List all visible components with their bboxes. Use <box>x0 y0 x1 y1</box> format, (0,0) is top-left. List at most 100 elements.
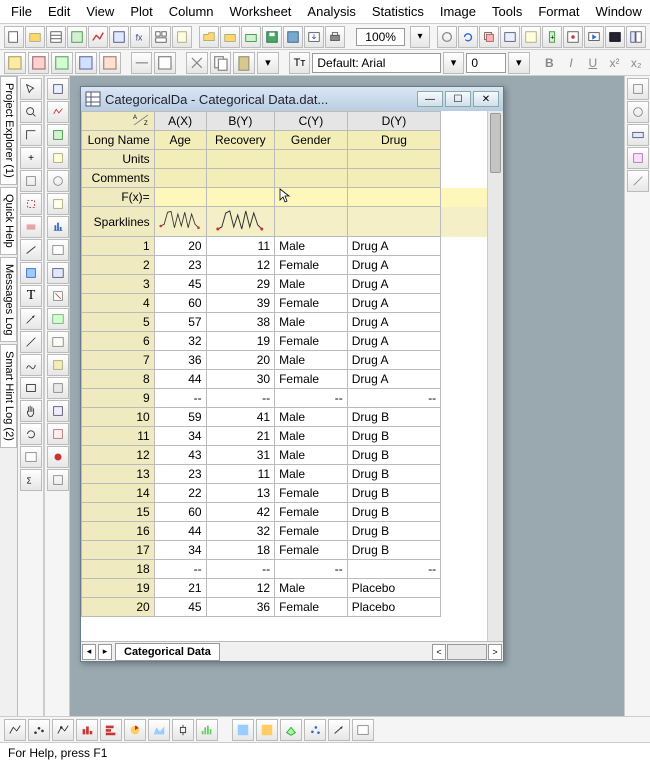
row-header[interactable]: 11 <box>82 427 155 446</box>
sheet-nav-prev[interactable]: ▸ <box>98 644 112 660</box>
maximize-button[interactable]: ☐ <box>445 91 471 107</box>
toolbar-btn-4[interactable] <box>75 52 97 74</box>
cell[interactable]: 43 <box>154 446 206 465</box>
menu-file[interactable]: File <box>4 2 39 21</box>
print-icon[interactable] <box>325 26 345 48</box>
menu-worksheet[interactable]: Worksheet <box>223 2 299 21</box>
zoom-tool-icon[interactable] <box>20 101 42 123</box>
new-folder-icon[interactable] <box>25 26 45 48</box>
menu-column[interactable]: Column <box>162 2 221 21</box>
gadget-3-icon[interactable] <box>47 124 69 146</box>
gadget-18-icon[interactable] <box>47 469 69 491</box>
cell[interactable]: 57 <box>154 313 206 332</box>
minimize-button[interactable]: — <box>417 91 443 107</box>
fx-d[interactable] <box>347 188 440 207</box>
gadget-11-icon[interactable] <box>47 308 69 330</box>
data-reader-icon[interactable] <box>20 170 42 192</box>
menu-view[interactable]: View <box>79 2 121 21</box>
comments-label[interactable]: Comments <box>82 169 155 188</box>
cell[interactable]: -- <box>275 560 348 579</box>
new-workbook-icon[interactable] <box>46 26 66 48</box>
cell[interactable]: 60 <box>154 294 206 313</box>
surface-plot-icon[interactable] <box>280 719 302 741</box>
rtool-3-icon[interactable] <box>627 124 649 146</box>
row-header[interactable]: 3 <box>82 275 155 294</box>
row-header[interactable]: 9 <box>82 389 155 408</box>
close-button[interactable]: ✕ <box>473 91 499 107</box>
pan-tool-icon[interactable] <box>20 400 42 422</box>
new-layout-icon[interactable] <box>151 26 171 48</box>
toolbar-btn-2[interactable] <box>28 52 50 74</box>
row-header[interactable]: 6 <box>82 332 155 351</box>
gadget-1-icon[interactable] <box>47 78 69 100</box>
cell[interactable]: 22 <box>154 484 206 503</box>
toolbar-btn-7[interactable] <box>154 52 176 74</box>
row-header[interactable]: 17 <box>82 541 155 560</box>
row-header[interactable]: 20 <box>82 598 155 617</box>
cell[interactable]: Male <box>275 408 348 427</box>
row-header[interactable]: 10 <box>82 408 155 427</box>
sheet-nav-first[interactable]: ◂ <box>82 644 96 660</box>
new-matrix-icon[interactable] <box>109 26 129 48</box>
add-column-icon[interactable]: + <box>542 26 562 48</box>
menu-edit[interactable]: Edit <box>41 2 77 21</box>
rtool-5-icon[interactable] <box>627 170 649 192</box>
histogram-icon[interactable] <box>196 719 218 741</box>
cell[interactable]: 20 <box>206 351 275 370</box>
screen-reader-icon[interactable]: + <box>20 147 42 169</box>
refresh-icon[interactable] <box>458 26 478 48</box>
cell[interactable]: Female <box>275 541 348 560</box>
font-size-select[interactable]: 0 <box>466 53 506 73</box>
cell[interactable]: 13 <box>206 484 275 503</box>
cell[interactable]: 32 <box>154 332 206 351</box>
project-explorer-tab[interactable]: Project Explorer (1) <box>0 76 17 185</box>
cell[interactable]: 34 <box>154 427 206 446</box>
cell[interactable]: 23 <box>154 256 206 275</box>
row-header[interactable]: 18 <box>82 560 155 579</box>
superscript-button[interactable]: x² <box>605 53 625 73</box>
cell[interactable]: -- <box>206 389 275 408</box>
draw-data-icon[interactable] <box>20 239 42 261</box>
cell[interactable]: 44 <box>154 370 206 389</box>
template-library-icon[interactable] <box>352 719 374 741</box>
row-header[interactable]: 2 <box>82 256 155 275</box>
row-header[interactable]: 1 <box>82 237 155 256</box>
cell[interactable]: 45 <box>154 598 206 617</box>
cell[interactable]: 59 <box>154 408 206 427</box>
cell[interactable]: Male <box>275 351 348 370</box>
cell[interactable]: 18 <box>206 541 275 560</box>
new-project-icon[interactable] <box>4 26 24 48</box>
cell[interactable]: Drug A <box>347 313 440 332</box>
new-graph-icon[interactable] <box>88 26 108 48</box>
sparkline-b[interactable] <box>206 207 275 237</box>
cell[interactable]: Female <box>275 294 348 313</box>
cell[interactable]: Placebo <box>347 598 440 617</box>
cell[interactable]: Drug A <box>347 294 440 313</box>
corner-cell[interactable]: AZ <box>82 112 155 131</box>
toolbar-btn-5[interactable] <box>99 52 121 74</box>
cell[interactable]: Placebo <box>347 579 440 598</box>
digitizer-icon[interactable] <box>563 26 583 48</box>
insert-eq-icon[interactable]: Σ <box>20 469 42 491</box>
region-tool-icon[interactable] <box>20 262 42 284</box>
new-excel-icon[interactable] <box>67 26 87 48</box>
bold-button[interactable]: B <box>540 53 560 73</box>
col-header-c[interactable]: C(Y) <box>275 112 348 131</box>
gadget-10-icon[interactable] <box>47 285 69 307</box>
toolbar-btn-3[interactable] <box>51 52 73 74</box>
cell[interactable]: 31 <box>206 446 275 465</box>
area-plot-icon[interactable] <box>148 719 170 741</box>
gadget-2-icon[interactable] <box>47 101 69 123</box>
sparkline-c[interactable] <box>275 207 348 237</box>
cell[interactable]: Female <box>275 598 348 617</box>
cell[interactable]: Male <box>275 465 348 484</box>
paste-dropdown-icon[interactable]: ▾ <box>257 52 279 74</box>
open-excel-icon[interactable] <box>241 26 261 48</box>
comments-b[interactable] <box>206 169 275 188</box>
mask-tool-icon[interactable] <box>20 216 42 238</box>
vertical-scrollbar[interactable] <box>487 111 503 641</box>
col-header-b[interactable]: B(Y) <box>206 112 275 131</box>
cell[interactable]: 12 <box>206 579 275 598</box>
messages-log-tab[interactable]: Messages Log <box>0 257 17 343</box>
gadget-7-icon[interactable] <box>47 216 69 238</box>
